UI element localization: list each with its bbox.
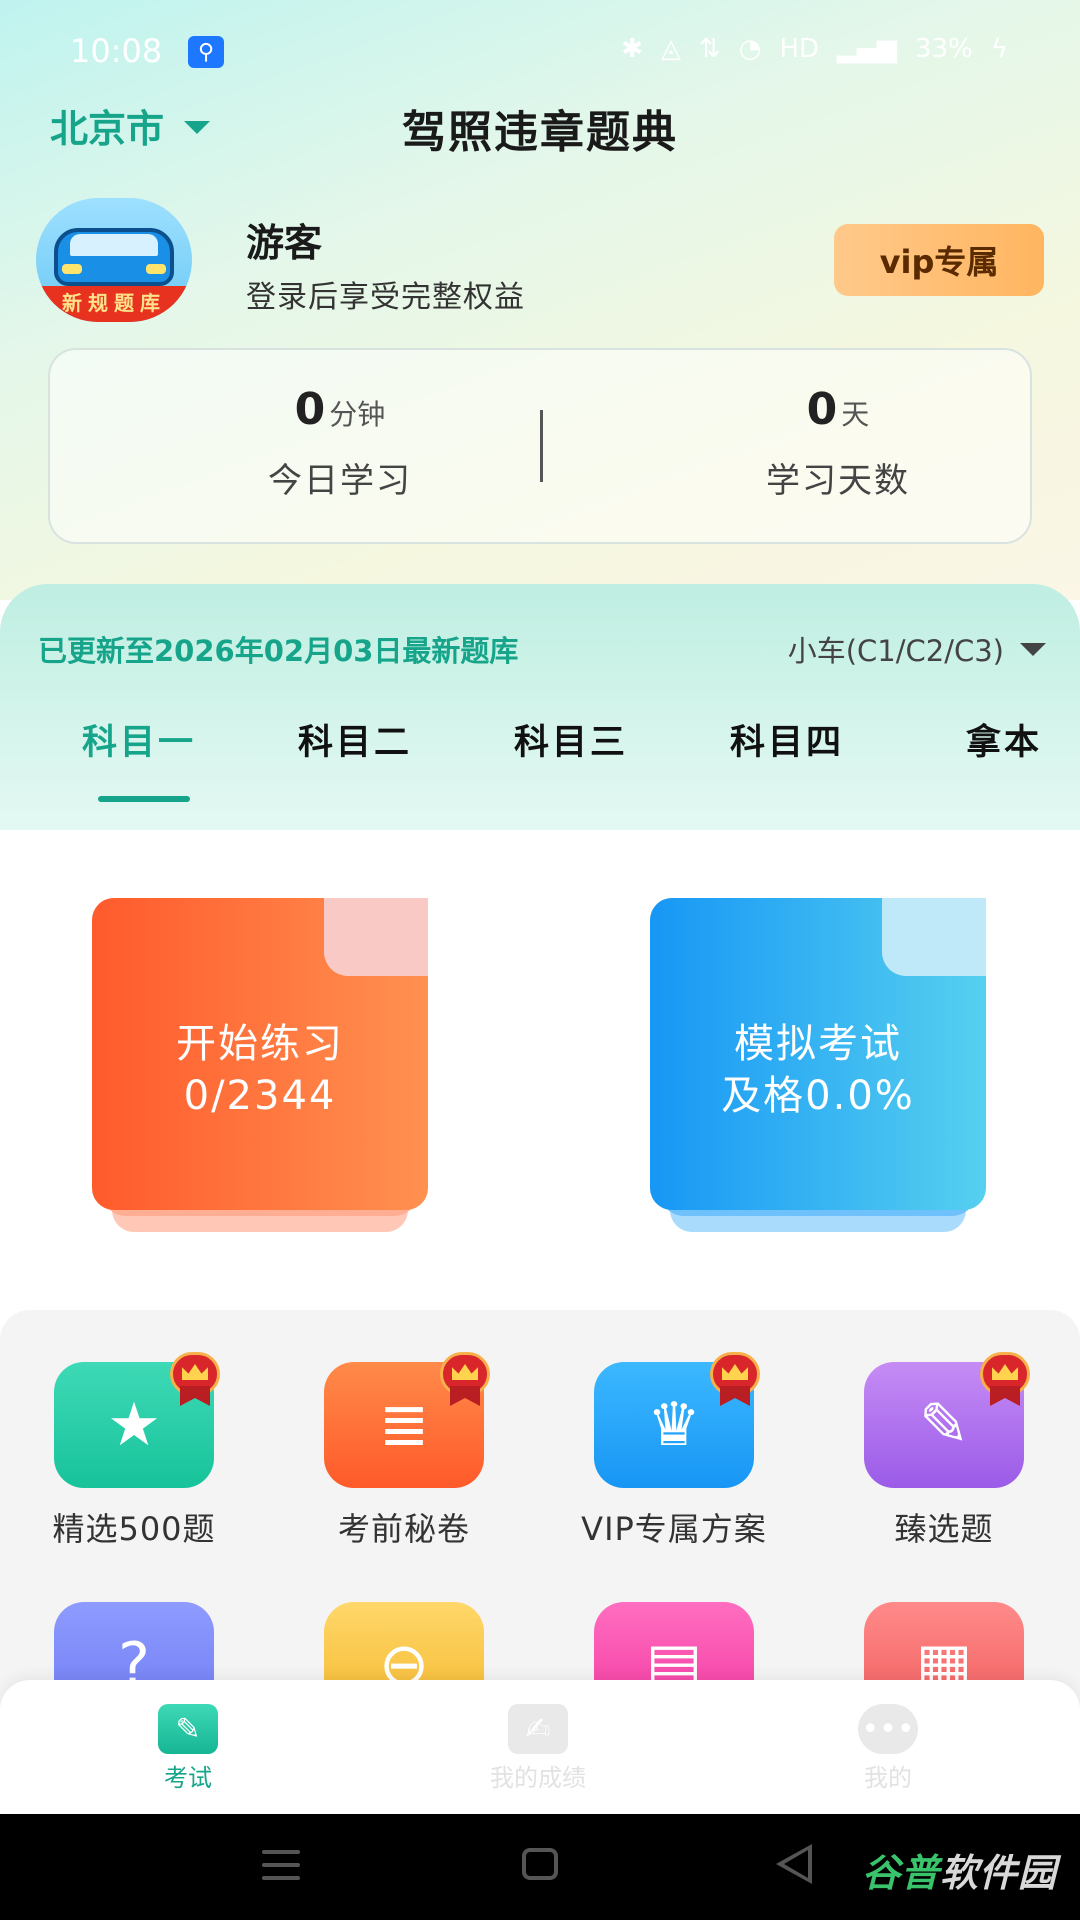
chat-icon: •••	[858, 1704, 918, 1754]
exam-title: 模拟考试	[734, 1021, 902, 1067]
grid-item-label: 臻选题	[894, 1510, 994, 1548]
stats-divider	[540, 410, 543, 482]
grid-item-exam-secret[interactable]: ≣ 考前秘卷	[294, 1352, 514, 1550]
nav-label: 我的	[864, 1764, 912, 1792]
subject-band: 已更新至2026年02月03日最新题库 小车(C1/C2/C3) 科目一 科目二…	[0, 584, 1080, 830]
car-headlight-right	[146, 264, 166, 274]
nav-label: 考试	[164, 1764, 212, 1792]
report-icon: ✍	[508, 1704, 568, 1754]
wifi-icon: ◔	[738, 34, 762, 64]
scroll-glyph: ≣	[378, 1390, 430, 1460]
feature-grid: ★ 精选500题 ≣ 考前秘卷 ♛ VIP专属方案 ✎ 臻选题 ? ⊖ ▤ ▦	[0, 1310, 1080, 1728]
star-icon: ★	[54, 1352, 220, 1488]
active-tab-indicator	[98, 796, 190, 802]
card-label: 开始练习 0/2344	[92, 1018, 428, 1122]
study-stats-card: 0 分钟 今日学习 0天 学习天数	[48, 348, 1032, 544]
tab-subject-one[interactable]: 科目一	[82, 714, 196, 765]
today-study-stat: 0 分钟 今日学习	[140, 384, 540, 502]
card-label: 模拟考试 及格0.0%	[650, 1018, 986, 1122]
update-notice: 已更新至2026年02月03日最新题库	[38, 634, 519, 668]
vehicle-type-selector[interactable]: 小车(C1/C2/C3)	[788, 628, 1046, 670]
mobile-data-icon: ⇅	[698, 34, 721, 64]
star-glyph: ★	[107, 1390, 161, 1460]
car-windshield	[70, 234, 158, 256]
vip-crown-icon	[170, 1352, 220, 1406]
charging-icon: ϟ	[990, 34, 1008, 64]
vip-crown-icon	[980, 1352, 1030, 1406]
edit-icon: ✎	[864, 1352, 1030, 1488]
practice-title: 开始练习	[176, 1021, 344, 1067]
today-study-value: 0	[294, 384, 326, 435]
status-bar: 10:08 ⚲ ✱ ◬ ⇅ ◔ HD ▂▄▆ 33% ϟ	[0, 0, 1080, 100]
chevron-down-icon	[1020, 642, 1046, 656]
vip-crown-icon	[440, 1352, 490, 1406]
scroll-icon: ≣	[324, 1352, 490, 1488]
vehicle-type-label: 小车(C1/C2/C3)	[787, 634, 1004, 668]
grid-item-premium-questions[interactable]: ✎ 臻选题	[834, 1352, 1054, 1550]
grid-item-label: VIP专属方案	[581, 1510, 767, 1548]
bluetooth-icon: ✱	[621, 34, 643, 64]
status-time: 10:08	[70, 32, 163, 70]
battery-percent: 33%	[915, 34, 973, 64]
today-study-unit: 分钟	[329, 398, 386, 431]
tab-get-license[interactable]: 拿本	[966, 714, 1042, 765]
mock-exam-card[interactable]: 模拟考试 及格0.0%	[650, 898, 986, 1238]
nav-my-scores[interactable]: ✍ 我的成绩	[458, 1704, 618, 1793]
grid-item-selected-500[interactable]: ★ 精选500题	[24, 1352, 244, 1550]
nav-label: 我的成绩	[490, 1764, 586, 1792]
practice-progress: 0/2344	[183, 1073, 337, 1119]
bottom-navigation: ✎ 考试 ✍ 我的成绩 ••• 我的	[0, 1680, 1080, 1814]
study-days-value: 0	[806, 384, 838, 435]
nav-exam[interactable]: ✎ 考试	[108, 1704, 268, 1793]
home-icon[interactable]	[522, 1848, 558, 1880]
exam-pass-rate: 及格0.0%	[721, 1073, 915, 1119]
back-icon-inner	[784, 1850, 808, 1878]
vip-crown-icon	[710, 1352, 760, 1406]
watermark-logo: 谷普软件园	[862, 1842, 1057, 1897]
start-practice-card[interactable]: 开始练习 0/2344	[92, 898, 428, 1238]
grid-item-vip-plan[interactable]: ♛ VIP专属方案	[564, 1352, 784, 1550]
edit-glyph: ✎	[918, 1390, 970, 1460]
login-prompt[interactable]: 登录后享受完整权益	[246, 272, 525, 316]
network-type: HD	[779, 34, 820, 64]
status-icons: ✱ ◬ ⇅ ◔ HD ▂▄▆ 33% ϟ	[621, 34, 1008, 64]
card-corner-fold	[882, 898, 986, 976]
usb-icon: ⚲	[188, 36, 224, 68]
watermark-part2: 软件园	[940, 1851, 1058, 1895]
card-corner-fold	[324, 898, 428, 976]
user-name[interactable]: 游客	[246, 212, 322, 267]
system-navigation-bar: 谷普软件园	[0, 1814, 1080, 1920]
avatar[interactable]: 新规题库	[36, 198, 192, 322]
tab-subject-four[interactable]: 科目四	[730, 714, 844, 765]
study-days-unit: 天	[841, 398, 870, 431]
subject-tabs: 科目一 科目二 科目三 科目四 拿本	[0, 714, 1080, 804]
vip-button[interactable]: vip专属	[834, 224, 1044, 296]
pencil-icon: ✎	[158, 1704, 218, 1754]
alarm-icon: ◬	[660, 34, 681, 64]
signal-icon: ▂▄▆	[837, 34, 898, 64]
grid-item-label: 精选500题	[52, 1510, 216, 1548]
avatar-ribbon: 新规题库	[36, 286, 192, 322]
crown-icon: ♛	[594, 1352, 760, 1488]
study-days-stat: 0天 学习天数	[638, 384, 1038, 502]
car-headlight-left	[62, 264, 82, 274]
tab-subject-two[interactable]: 科目二	[298, 714, 412, 765]
page-title: 驾照违章题典	[402, 107, 678, 158]
menu-icon[interactable]	[262, 1850, 300, 1880]
today-study-label: 今日学习	[268, 461, 412, 501]
study-days-label: 学习天数	[766, 461, 910, 501]
watermark-part1: 谷普	[862, 1851, 941, 1895]
nav-mine[interactable]: ••• 我的	[808, 1704, 968, 1793]
crown-glyph: ♛	[647, 1390, 701, 1460]
tab-subject-three[interactable]: 科目三	[514, 714, 628, 765]
grid-item-label: 考前秘卷	[337, 1510, 470, 1548]
